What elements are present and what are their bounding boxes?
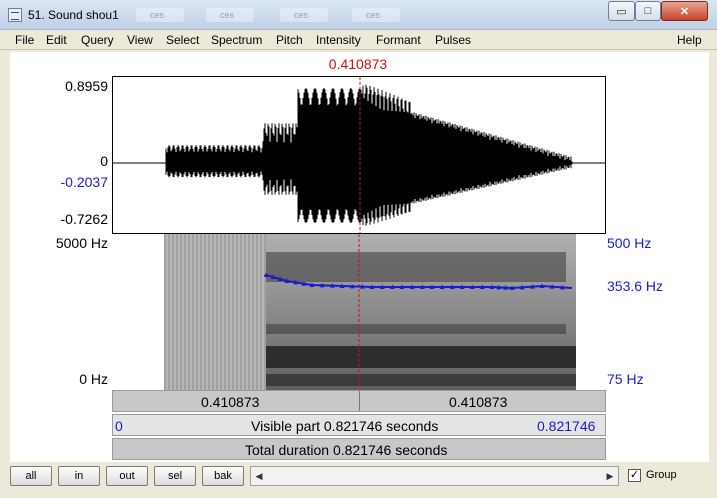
spectrogram-freq-max: 5000 Hz <box>55 235 108 251</box>
window-title: 51. Sound shou1 <box>28 8 119 22</box>
menu-bar: File Edit Query View Select Spectrum Pit… <box>0 30 717 50</box>
formant-band-low <box>266 346 576 368</box>
waveform-ymin: -0.7262 <box>60 211 108 227</box>
menu-select[interactable]: Select <box>166 33 199 47</box>
taskbar-ghost-tab: ces <box>136 8 184 22</box>
zoom-out-button[interactable]: out <box>106 466 148 486</box>
spectrogram-freq-min: 0 Hz <box>79 371 108 387</box>
waveform-zero: 0 <box>100 153 108 169</box>
menu-pulses[interactable]: Pulses <box>435 33 471 47</box>
taskbar-ghost-tab: ces <box>280 8 328 22</box>
spectrogram-panel[interactable] <box>112 234 606 390</box>
maximize-button[interactable]: □ <box>635 1 661 21</box>
menu-intensity[interactable]: Intensity <box>316 33 361 47</box>
spectrogram-plot <box>164 234 576 390</box>
visible-part-label: Visible part 0.821746 seconds <box>251 418 439 434</box>
selection-divider <box>359 391 360 411</box>
menu-query[interactable]: Query <box>81 33 114 47</box>
visible-start: 0 <box>115 418 123 434</box>
right-segment-duration: 0.410873 <box>449 394 508 410</box>
waveform-cursor-value: -0.2037 <box>60 174 108 190</box>
group-label: Group <box>646 469 677 481</box>
group-checkbox[interactable]: ✓ <box>628 469 641 482</box>
app-icon <box>8 8 22 22</box>
formant-band-mid <box>266 324 566 334</box>
close-button[interactable]: ✕ <box>661 1 708 21</box>
menu-formant[interactable]: Formant <box>376 33 421 47</box>
zoom-in-button[interactable]: in <box>58 466 100 486</box>
menu-file[interactable]: File <box>15 33 34 47</box>
menu-pitch[interactable]: Pitch <box>276 33 303 47</box>
total-duration-label: Total duration 0.821746 seconds <box>245 442 448 458</box>
menu-help[interactable]: Help <box>677 33 702 47</box>
waveform-ymax: 0.8959 <box>65 78 108 94</box>
pitch-max-label: 500 Hz <box>607 235 652 251</box>
horizontal-scrollbar[interactable]: ◀ ▶ <box>250 466 619 486</box>
waveform-plot <box>113 77 605 233</box>
pitch-min-label: 75 Hz <box>607 371 644 387</box>
zoom-selection-button[interactable]: sel <box>154 466 196 486</box>
scroll-left-icon[interactable]: ◀ <box>251 467 267 485</box>
selection-bar[interactable]: 0.410873 0.410873 <box>112 390 606 412</box>
formant-band-f1 <box>266 374 576 386</box>
title-bar: 51. Sound shou1 ces ces ces ces ▭ □ ✕ <box>0 0 717 30</box>
formant-band-high <box>266 252 566 282</box>
cursor-time: 0.410873 <box>328 56 388 72</box>
zoom-back-button[interactable]: bak <box>202 466 244 486</box>
total-duration-bar[interactable]: Total duration 0.821746 seconds <box>112 438 606 460</box>
waveform-trace <box>165 84 573 226</box>
waveform-panel[interactable] <box>112 76 606 234</box>
menu-spectrum[interactable]: Spectrum <box>211 33 262 47</box>
taskbar-ghost-tab: ces <box>352 8 400 22</box>
minimize-button[interactable]: ▭ <box>608 1 635 21</box>
scroll-right-icon[interactable]: ▶ <box>602 467 618 485</box>
pitch-current-label: 353.6 Hz <box>607 278 664 294</box>
menu-edit[interactable]: Edit <box>46 33 67 47</box>
taskbar-ghost-tab: ces <box>206 8 254 22</box>
visible-end: 0.821746 <box>537 418 596 434</box>
menu-view[interactable]: View <box>127 33 153 47</box>
zoom-all-button[interactable]: all <box>10 466 52 486</box>
fricative-streaks <box>164 234 266 390</box>
visible-part-bar[interactable]: 0 Visible part 0.821746 seconds 0.821746 <box>112 414 606 436</box>
left-segment-duration: 0.410873 <box>201 394 260 410</box>
